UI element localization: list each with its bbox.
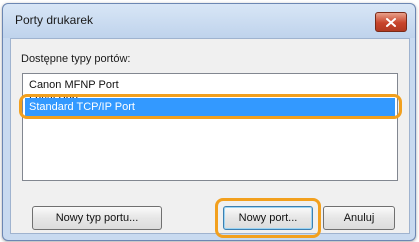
new-port-type-button[interactable]: Nowy typ portu... <box>32 206 162 230</box>
available-port-types-label: Dostępne typy portów: <box>21 53 131 65</box>
new-port-button[interactable]: Nowy port... <box>223 206 313 230</box>
dialog-title: Porty drukarek <box>15 13 94 27</box>
port-types-listbox[interactable]: Canon MFNP Port Local Port Standard TCP/… <box>22 73 398 181</box>
list-item-canon-mfnp-port[interactable]: Canon MFNP Port <box>25 78 395 92</box>
dialog-body: Dostępne typy portów: Canon MFNP Port Lo… <box>10 38 410 238</box>
list-item-standard-tcpip-port[interactable]: Standard TCP/IP Port <box>25 98 395 116</box>
printer-ports-dialog: Porty drukarek Dostępne typy portów: Can… <box>2 3 416 241</box>
close-button[interactable] <box>375 12 407 32</box>
cancel-button[interactable]: Anuluj <box>323 206 395 230</box>
close-icon <box>386 17 396 27</box>
title-bar[interactable]: Porty drukarek <box>3 4 415 38</box>
